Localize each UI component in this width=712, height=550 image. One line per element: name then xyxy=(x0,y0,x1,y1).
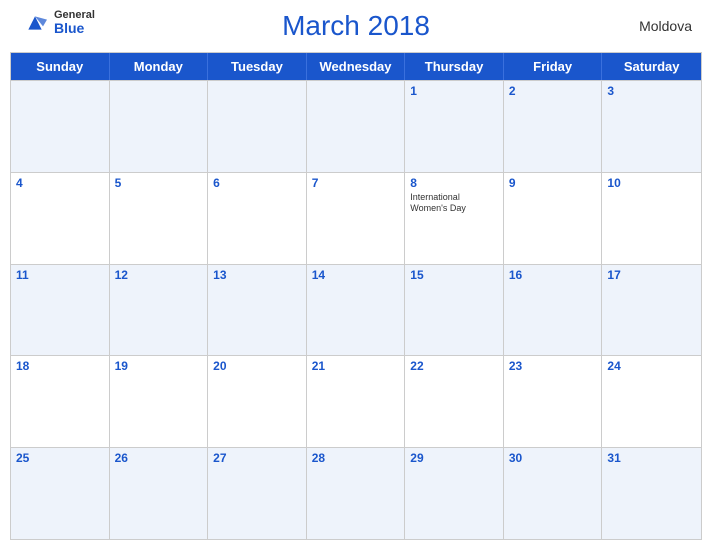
header-tuesday: Tuesday xyxy=(208,53,307,80)
day-number: 7 xyxy=(312,176,319,190)
day-number: 12 xyxy=(115,268,128,282)
day-cell-2-0-5: 2 xyxy=(504,81,603,172)
day-number: 18 xyxy=(16,359,29,373)
calendar-header: General Blue March 2018 Moldova xyxy=(0,0,712,47)
day-cell-26-4-1: 26 xyxy=(110,448,209,539)
day-number: 5 xyxy=(115,176,122,190)
day-number: 11 xyxy=(16,268,29,282)
day-cell-empty-0-0 xyxy=(11,81,110,172)
event-label: International Women's Day xyxy=(410,192,498,215)
day-number: 24 xyxy=(607,359,620,373)
day-number: 4 xyxy=(16,176,23,190)
day-number: 23 xyxy=(509,359,522,373)
day-cell-24-3-6: 24 xyxy=(602,356,701,447)
day-number: 31 xyxy=(607,451,620,465)
day-cell-empty-0-2 xyxy=(208,81,307,172)
logo: General Blue xyxy=(20,10,95,35)
day-number: 25 xyxy=(16,451,29,465)
day-headers-row: Sunday Monday Tuesday Wednesday Thursday… xyxy=(11,53,701,80)
day-cell-22-3-4: 22 xyxy=(405,356,504,447)
day-number: 3 xyxy=(607,84,614,98)
week-row-1: 1 2 3 xyxy=(11,80,701,172)
day-cell-28-4-3: 28 xyxy=(307,448,406,539)
day-cell-3-0-6: 3 xyxy=(602,81,701,172)
header-monday: Monday xyxy=(110,53,209,80)
day-number: 6 xyxy=(213,176,220,190)
day-cell-8-1-4: 8 International Women's Day xyxy=(405,173,504,264)
day-number: 14 xyxy=(312,268,325,282)
day-cell-12-2-1: 12 xyxy=(110,265,209,356)
day-number: 21 xyxy=(312,359,325,373)
day-cell-30-4-5: 30 xyxy=(504,448,603,539)
day-number: 20 xyxy=(213,359,226,373)
day-cell-25-4-0: 25 xyxy=(11,448,110,539)
day-number: 9 xyxy=(509,176,516,190)
day-cell-16-2-5: 16 xyxy=(504,265,603,356)
day-cell-14-2-3: 14 xyxy=(307,265,406,356)
weeks-container: 12345678International Women's Day9101112… xyxy=(11,80,701,539)
header-thursday: Thursday xyxy=(405,53,504,80)
day-cell-empty-0-3 xyxy=(307,81,406,172)
week-row-5: 25 26 27 28 29 30 31 xyxy=(11,447,701,539)
header-friday: Friday xyxy=(504,53,603,80)
day-cell-29-4-4: 29 xyxy=(405,448,504,539)
day-number: 2 xyxy=(509,84,516,98)
day-cell-13-2-2: 13 xyxy=(208,265,307,356)
day-cell-21-3-3: 21 xyxy=(307,356,406,447)
day-number: 10 xyxy=(607,176,620,190)
day-number: 8 xyxy=(410,176,417,190)
day-cell-5-1-1: 5 xyxy=(110,173,209,264)
day-cell-19-3-1: 19 xyxy=(110,356,209,447)
day-cell-23-3-5: 23 xyxy=(504,356,603,447)
day-cell-27-4-2: 27 xyxy=(208,448,307,539)
day-number: 1 xyxy=(410,84,417,98)
day-cell-4-1-0: 4 xyxy=(11,173,110,264)
calendar-grid: Sunday Monday Tuesday Wednesday Thursday… xyxy=(10,52,702,540)
day-cell-10-1-6: 10 xyxy=(602,173,701,264)
day-number: 22 xyxy=(410,359,423,373)
day-cell-6-1-2: 6 xyxy=(208,173,307,264)
header-saturday: Saturday xyxy=(602,53,701,80)
day-cell-empty-0-1 xyxy=(110,81,209,172)
header-wednesday: Wednesday xyxy=(307,53,406,80)
country-label: Moldova xyxy=(639,18,692,34)
logo-icon xyxy=(20,13,50,33)
week-row-2: 4 5 6 7 8 International Women's Day 9 10 xyxy=(11,172,701,264)
day-cell-1-0-4: 1 xyxy=(405,81,504,172)
day-cell-15-2-4: 15 xyxy=(405,265,504,356)
day-cell-17-2-6: 17 xyxy=(602,265,701,356)
calendar-container: General Blue March 2018 Moldova Sunday M… xyxy=(0,0,712,550)
day-number: 16 xyxy=(509,268,522,282)
header-sunday: Sunday xyxy=(11,53,110,80)
day-cell-18-3-0: 18 xyxy=(11,356,110,447)
week-row-3: 11 12 13 14 15 16 17 xyxy=(11,264,701,356)
day-cell-7-1-3: 7 xyxy=(307,173,406,264)
day-cell-9-1-5: 9 xyxy=(504,173,603,264)
week-row-4: 18 19 20 21 22 23 24 xyxy=(11,355,701,447)
day-cell-20-3-2: 20 xyxy=(208,356,307,447)
day-number: 28 xyxy=(312,451,325,465)
day-number: 27 xyxy=(213,451,226,465)
day-number: 17 xyxy=(607,268,620,282)
calendar-title: March 2018 xyxy=(282,10,430,42)
day-cell-11-2-0: 11 xyxy=(11,265,110,356)
day-number: 15 xyxy=(410,268,423,282)
logo-blue: Blue xyxy=(54,21,95,35)
day-number: 29 xyxy=(410,451,423,465)
day-number: 13 xyxy=(213,268,226,282)
day-number: 26 xyxy=(115,451,128,465)
day-number: 30 xyxy=(509,451,522,465)
day-cell-31-4-6: 31 xyxy=(602,448,701,539)
day-number: 19 xyxy=(115,359,128,373)
